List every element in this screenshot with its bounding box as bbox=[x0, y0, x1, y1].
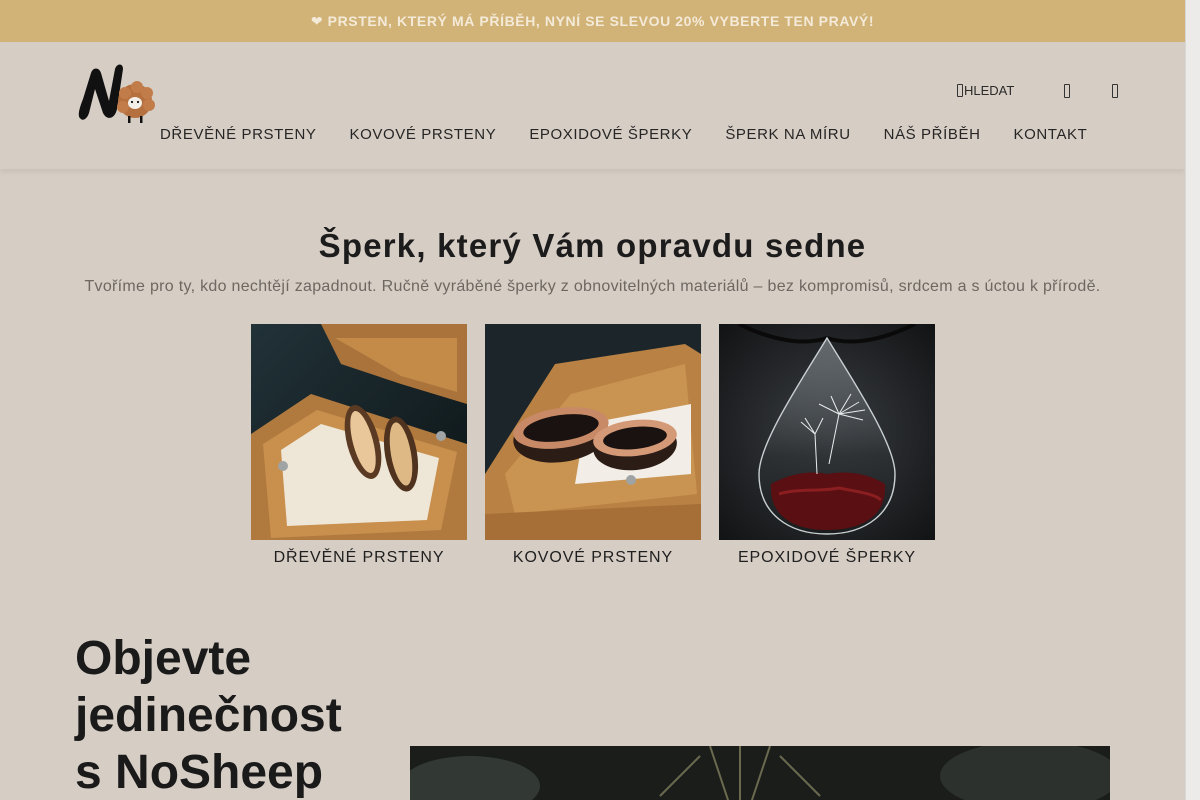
metal-rings-image[interactable] bbox=[485, 324, 701, 540]
category-label-metal-rings[interactable]: KOVOVÉ PRSTENY bbox=[485, 549, 701, 567]
hero-subtitle: Tvoříme pro ty, kdo nechtějí zapadnout. … bbox=[84, 278, 1101, 295]
nav-item-our-story[interactable]: NÁŠ PŘÍBĚH bbox=[884, 126, 981, 143]
nav-item-metal-rings[interactable]: KOVOVÉ PRSTENY bbox=[350, 126, 497, 143]
nav-item-epoxy-jewelry[interactable]: EPOXIDOVÉ ŠPERKY bbox=[529, 126, 692, 143]
category-card-epoxy-jewelry[interactable]: EPOXIDOVÉ ŠPERKY bbox=[719, 324, 935, 567]
search-icon bbox=[957, 84, 963, 97]
category-card-wood-rings[interactable]: DŘEVĚNÉ PRSTENY bbox=[251, 324, 467, 567]
site-header: DŘEVĚNÉ PRSTENY KOVOVÉ PRSTENY EPOXIDOVÉ… bbox=[0, 42, 1185, 169]
intro-heading: Objevte jedinečnost s NoSheep bbox=[75, 630, 342, 800]
nosheep-logo[interactable] bbox=[75, 61, 155, 123]
main-nav: DŘEVĚNÉ PRSTENY KOVOVÉ PRSTENY EPOXIDOVÉ… bbox=[160, 126, 1120, 143]
search-button[interactable]: HLEDAT bbox=[957, 83, 1014, 98]
intro-heading-line-1: Objevte bbox=[75, 632, 252, 685]
intro-heading-line-3: s NoSheep bbox=[75, 746, 324, 799]
category-label-wood-rings[interactable]: DŘEVĚNÉ PRSTENY bbox=[251, 549, 467, 567]
cart-icon[interactable] bbox=[1112, 84, 1118, 98]
nav-item-custom-jewelry[interactable]: ŠPERK NA MÍRU bbox=[725, 126, 850, 143]
search-label: HLEDAT bbox=[964, 83, 1015, 98]
promo-bar[interactable]: ❤ PRSTEN, KTERÝ MÁ PŘÍBĚH, NYNÍ SE SLEVO… bbox=[0, 0, 1185, 42]
category-card-metal-rings[interactable]: KOVOVÉ PRSTENY bbox=[485, 324, 701, 567]
intro-heading-line-2: jedinečnost bbox=[75, 689, 342, 742]
promo-text: ❤ PRSTEN, KTERÝ MÁ PŘÍBĚH, NYNÍ SE SLEVO… bbox=[310, 13, 875, 29]
epoxy-pendant-image[interactable] bbox=[719, 324, 935, 540]
nav-item-wood-rings[interactable]: DŘEVĚNÉ PRSTENY bbox=[160, 126, 317, 143]
category-label-epoxy-jewelry[interactable]: EPOXIDOVÉ ŠPERKY bbox=[719, 549, 935, 567]
page-scrollbar[interactable] bbox=[1185, 0, 1200, 800]
nav-item-contact[interactable]: KONTAKT bbox=[1014, 126, 1088, 143]
user-icon[interactable] bbox=[1064, 84, 1070, 98]
wood-rings-image[interactable] bbox=[251, 324, 467, 540]
intro-image bbox=[410, 746, 1110, 800]
hero-title: Šperk, který Vám opravdu sedne bbox=[318, 227, 867, 264]
